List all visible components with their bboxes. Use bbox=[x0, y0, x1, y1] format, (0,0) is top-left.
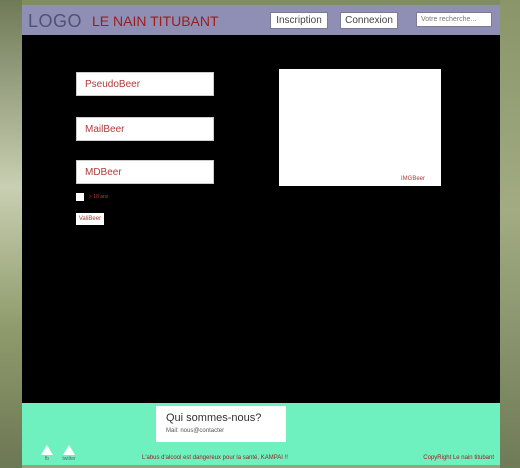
background-left bbox=[0, 0, 22, 468]
about-box[interactable]: Qui sommes-nous? Mail: nous@contacter bbox=[156, 406, 286, 442]
password-field[interactable]: MDBeer bbox=[76, 160, 214, 184]
footer: Qui sommes-nous? Mail: nous@contacter fb… bbox=[22, 403, 500, 465]
about-mail: Mail: nous@contacter bbox=[166, 428, 225, 434]
twitter-icon bbox=[63, 445, 75, 455]
page-frame: LOGO LE NAIN TITUBANT Inscription Connex… bbox=[22, 5, 500, 465]
age-checkbox-label: > 18 ans bbox=[89, 194, 109, 200]
register-button[interactable]: Inscription bbox=[270, 12, 328, 29]
image-label: IMGBeer bbox=[400, 176, 425, 182]
copyright: CopyRight Le nain titubant bbox=[423, 455, 494, 461]
email-field[interactable]: MailBeer bbox=[76, 117, 214, 141]
facebook-icon bbox=[41, 445, 53, 455]
image-upload-box[interactable]: IMGBeer bbox=[279, 69, 441, 186]
twitter-label: twitter bbox=[62, 456, 76, 462]
submit-button[interactable]: ValiBeer bbox=[76, 213, 104, 225]
about-title: Qui sommes-nous? bbox=[166, 412, 262, 424]
username-field[interactable]: PseudoBeer bbox=[76, 72, 214, 96]
site-name: LE NAIN TITUBANT bbox=[92, 13, 219, 29]
alcohol-warning: L'abus d'alcool est dangereux pour la sa… bbox=[142, 455, 288, 461]
twitter-link[interactable]: twitter bbox=[62, 445, 76, 462]
age-checkbox[interactable] bbox=[76, 193, 84, 201]
facebook-label: fb bbox=[44, 456, 50, 462]
login-button[interactable]: Connexion bbox=[340, 12, 398, 29]
search-input[interactable]: Votre recherche... bbox=[416, 12, 492, 27]
header-bar: LOGO LE NAIN TITUBANT Inscription Connex… bbox=[22, 5, 500, 35]
logo: LOGO bbox=[28, 11, 83, 31]
background-right bbox=[500, 0, 520, 468]
facebook-link[interactable]: fb bbox=[40, 445, 54, 462]
